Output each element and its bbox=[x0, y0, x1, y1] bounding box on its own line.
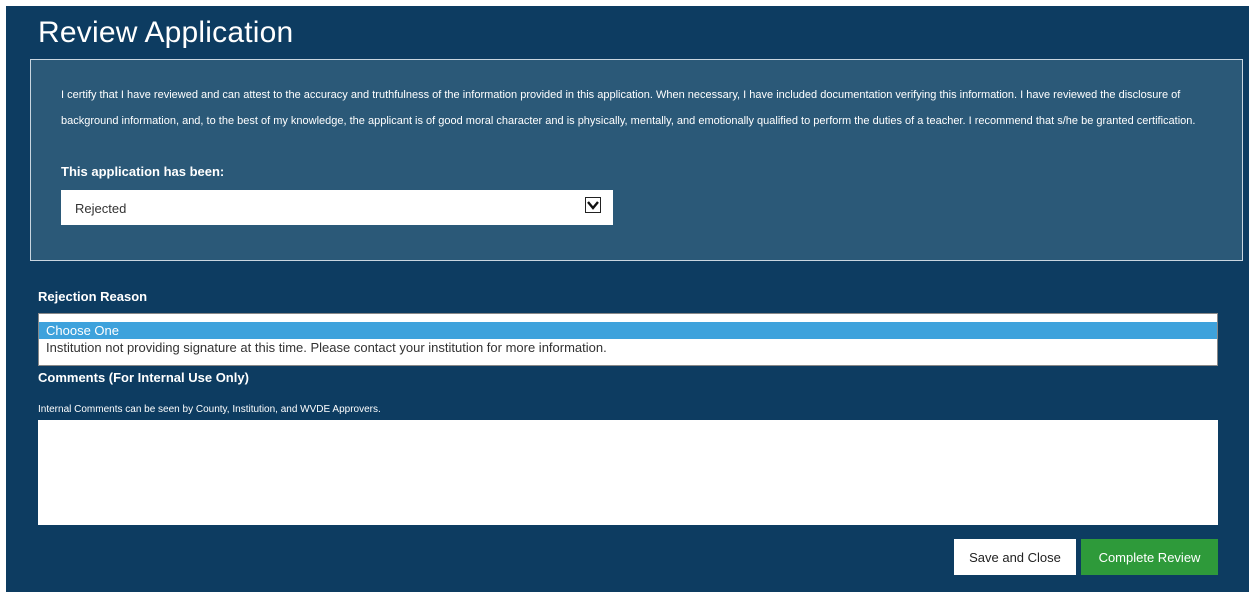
rejection-option-choose-one[interactable]: Choose One bbox=[39, 322, 1217, 339]
internal-comments-textarea[interactable] bbox=[38, 420, 1218, 525]
complete-review-button[interactable]: Complete Review bbox=[1081, 539, 1218, 575]
comments-note: Internal Comments can be seen by County,… bbox=[38, 404, 381, 415]
comments-label: Comments (For Internal Use Only) bbox=[38, 370, 249, 385]
review-application-panel: Review Application I certify that I have… bbox=[6, 6, 1249, 592]
rejection-reason-listbox[interactable]: Choose One Institution not providing sig… bbox=[38, 313, 1218, 366]
rejection-reason-label: Rejection Reason bbox=[38, 289, 148, 304]
save-and-close-button[interactable]: Save and Close bbox=[954, 539, 1076, 575]
application-status-select[interactable]: Rejected bbox=[61, 190, 613, 225]
certification-text: I certify that I have reviewed and can a… bbox=[61, 89, 1196, 127]
rejection-option-institution-signature[interactable]: Institution not providing signature at t… bbox=[39, 339, 1217, 356]
chevron-down-icon[interactable] bbox=[585, 197, 601, 213]
certification-box: I certify that I have reviewed and can a… bbox=[30, 59, 1243, 261]
application-status-value: Rejected bbox=[75, 201, 127, 216]
page-title: Review Application bbox=[38, 16, 294, 49]
status-label: This application has been: bbox=[61, 164, 225, 179]
